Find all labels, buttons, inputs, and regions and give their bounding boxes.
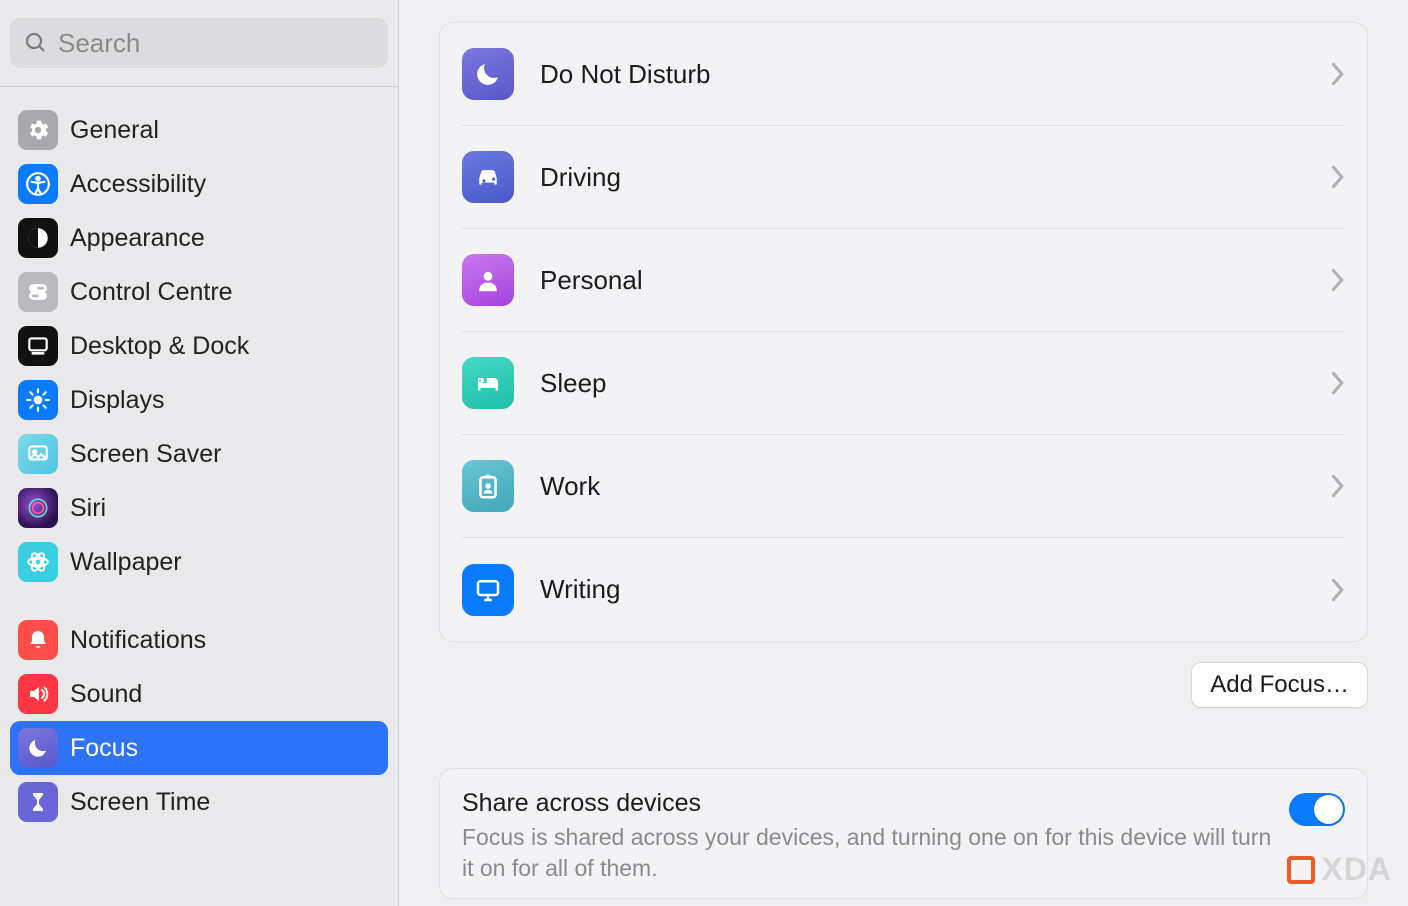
chevron-right-icon: [1329, 268, 1345, 292]
gear-icon: [18, 110, 58, 150]
share-title: Share across devices: [462, 789, 1289, 818]
sidebar-item-label: Accessibility: [70, 170, 206, 199]
sidebar-list: General Accessibility Appearance Control…: [0, 87, 398, 863]
add-focus-button[interactable]: Add Focus…: [1191, 662, 1368, 708]
sidebar-item-wallpaper[interactable]: Wallpaper: [10, 535, 388, 589]
car-icon: [462, 151, 514, 203]
sidebar-item-screen-saver[interactable]: Screen Saver: [10, 427, 388, 481]
search-box[interactable]: [10, 18, 388, 68]
sidebar-item-label: General: [70, 116, 159, 145]
control-centre-icon: [18, 272, 58, 312]
badge-icon: [462, 460, 514, 512]
sidebar-item-label: Desktop & Dock: [70, 332, 249, 361]
share-toggle[interactable]: [1289, 793, 1345, 826]
sidebar-item-desktop-dock[interactable]: Desktop & Dock: [10, 319, 388, 373]
chevron-right-icon: [1329, 62, 1345, 86]
sidebar-item-label: Screen Saver: [70, 440, 221, 469]
sidebar-item-sound[interactable]: Sound: [10, 667, 388, 721]
watermark: XDA: [1287, 851, 1392, 888]
sidebar-item-displays[interactable]: Displays: [10, 373, 388, 427]
sidebar-item-label: Sound: [70, 680, 142, 709]
sidebar-item-label: Wallpaper: [70, 548, 182, 577]
chevron-right-icon: [1329, 371, 1345, 395]
focus-row-label: Personal: [540, 265, 1329, 296]
sidebar-item-label: Displays: [70, 386, 164, 415]
bell-icon: [18, 620, 58, 660]
focus-row-label: Do Not Disturb: [540, 59, 1329, 90]
focus-row-label: Writing: [540, 574, 1329, 605]
watermark-text: XDA: [1321, 851, 1392, 888]
share-description: Focus is shared across your devices, and…: [462, 822, 1289, 884]
appearance-icon: [18, 218, 58, 258]
moon-icon: [462, 48, 514, 100]
share-text: Share across devices Focus is shared acr…: [462, 789, 1289, 884]
search-icon: [24, 31, 48, 55]
sidebar-item-notifications[interactable]: Notifications: [10, 613, 388, 667]
search-container: [0, 0, 398, 86]
sidebar-item-accessibility[interactable]: Accessibility: [10, 157, 388, 211]
hourglass-icon: [18, 782, 58, 822]
sidebar-item-screen-time[interactable]: Screen Time: [10, 775, 388, 829]
siri-icon: [18, 488, 58, 528]
sound-icon: [18, 674, 58, 714]
watermark-icon: [1287, 856, 1315, 884]
add-focus-row: Add Focus…: [439, 662, 1368, 708]
focus-row-label: Driving: [540, 162, 1329, 193]
chevron-right-icon: [1329, 474, 1345, 498]
moon-icon: [18, 728, 58, 768]
focus-modes-card: Do Not Disturb Driving Personal Sleep Wo…: [439, 22, 1368, 642]
focus-row-driving[interactable]: Driving: [462, 126, 1345, 229]
focus-row-do-not-disturb[interactable]: Do Not Disturb: [462, 23, 1345, 126]
screensaver-icon: [18, 434, 58, 474]
dock-icon: [18, 326, 58, 366]
displays-icon: [18, 380, 58, 420]
display-icon: [462, 564, 514, 616]
sidebar-group-1: General Accessibility Appearance Control…: [10, 103, 388, 589]
sidebar-item-label: Control Centre: [70, 278, 233, 307]
sidebar: General Accessibility Appearance Control…: [0, 0, 399, 906]
wallpaper-icon: [18, 542, 58, 582]
sidebar-item-control-centre[interactable]: Control Centre: [10, 265, 388, 319]
chevron-right-icon: [1329, 165, 1345, 189]
search-input[interactable]: [58, 28, 374, 59]
sidebar-item-focus[interactable]: Focus: [10, 721, 388, 775]
focus-row-writing[interactable]: Writing: [462, 538, 1345, 641]
sidebar-item-label: Focus: [70, 734, 138, 763]
sidebar-item-label: Siri: [70, 494, 106, 523]
bed-icon: [462, 357, 514, 409]
focus-row-sleep[interactable]: Sleep: [462, 332, 1345, 435]
person-icon: [462, 254, 514, 306]
focus-row-label: Sleep: [540, 368, 1329, 399]
focus-row-work[interactable]: Work: [462, 435, 1345, 538]
sidebar-item-label: Notifications: [70, 626, 206, 655]
sidebar-item-label: Screen Time: [70, 788, 210, 817]
sidebar-item-general[interactable]: General: [10, 103, 388, 157]
chevron-right-icon: [1329, 578, 1345, 602]
focus-row-personal[interactable]: Personal: [462, 229, 1345, 332]
toggle-knob: [1314, 795, 1343, 824]
focus-row-label: Work: [540, 471, 1329, 502]
share-across-devices-card: Share across devices Focus is shared acr…: [439, 768, 1368, 899]
main-panel: Do Not Disturb Driving Personal Sleep Wo…: [399, 0, 1408, 906]
sidebar-item-label: Appearance: [70, 224, 205, 253]
sidebar-item-siri[interactable]: Siri: [10, 481, 388, 535]
sidebar-group-2: Notifications Sound Focus Screen Time: [10, 613, 388, 829]
accessibility-icon: [18, 164, 58, 204]
sidebar-item-appearance[interactable]: Appearance: [10, 211, 388, 265]
